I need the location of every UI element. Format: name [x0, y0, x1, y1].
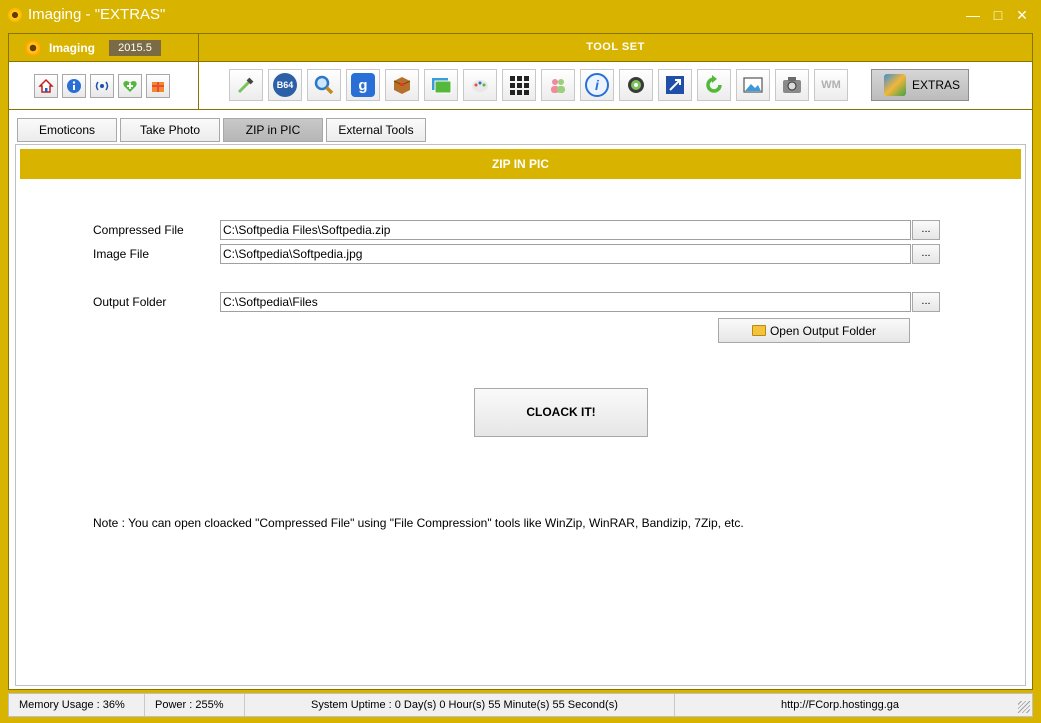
- info-icon: [67, 79, 81, 93]
- toolset-button-row: B64 g i WM EXTRAS: [199, 62, 1032, 110]
- gift-button[interactable]: [146, 74, 170, 98]
- color-picker-button[interactable]: [229, 69, 263, 101]
- grid-button[interactable]: [502, 69, 536, 101]
- left-button-group: [9, 62, 199, 110]
- wm-icon: WM: [821, 79, 841, 91]
- browse-output-button[interactable]: ...: [912, 292, 940, 312]
- info-button[interactable]: [62, 74, 86, 98]
- sunflower-logo-icon: [25, 40, 41, 56]
- app-name: Imaging: [49, 41, 96, 55]
- compressed-file-input[interactable]: [220, 220, 911, 240]
- tab-emoticons[interactable]: Emoticons: [17, 118, 117, 142]
- home-button[interactable]: [34, 74, 58, 98]
- main-frame: Imaging 2015.5 TOOL SET B64 g i WM EXTRA…: [8, 33, 1033, 690]
- people-button[interactable]: [541, 69, 575, 101]
- home-icon: [38, 78, 54, 93]
- extras-label: EXTRAS: [912, 78, 961, 92]
- image-file-label: Image File: [93, 247, 150, 261]
- broadcast-button[interactable]: [90, 74, 114, 98]
- resize-icon: [666, 76, 684, 94]
- toolset-header: TOOL SET: [199, 34, 1032, 62]
- window-title: Imaging - "EXTRAS": [28, 6, 166, 23]
- image-convert-button[interactable]: [424, 69, 458, 101]
- sunflower-icon: [8, 8, 22, 22]
- gift-icon: [152, 82, 164, 92]
- image-info-button[interactable]: i: [580, 69, 614, 101]
- status-bar: Memory Usage : 36% Power : 255% System U…: [8, 693, 1033, 717]
- folder-icon: [751, 325, 766, 336]
- magnifier-icon: [314, 75, 334, 95]
- output-folder-label: Output Folder: [93, 295, 167, 309]
- close-button[interactable]: ✕: [1012, 5, 1032, 25]
- minimize-button[interactable]: —: [963, 5, 983, 25]
- camera-button[interactable]: [775, 69, 809, 101]
- watermark-button[interactable]: WM: [814, 69, 848, 101]
- tab-external-tools[interactable]: External Tools: [326, 118, 426, 142]
- eyedropper-icon: [237, 77, 254, 94]
- power-status: Power : 255%: [145, 694, 245, 716]
- palette-icon: [472, 80, 488, 92]
- compressed-file-label: Compressed File: [93, 223, 184, 237]
- version-badge: 2015.5: [109, 40, 161, 56]
- google-button[interactable]: g: [346, 69, 380, 101]
- images-icon: [432, 78, 452, 94]
- title-bar: Imaging - "EXTRAS" — □ ✕: [0, 0, 1041, 31]
- people-icon: [551, 79, 565, 93]
- cloack-it-button[interactable]: CLOACK IT!: [474, 388, 648, 437]
- heart-plus-icon: [123, 81, 137, 92]
- note-text: Note : You can open cloacked "Compressed…: [93, 516, 744, 530]
- image-file-input[interactable]: [220, 244, 911, 264]
- picture-icon: [743, 77, 763, 93]
- open-output-folder-button[interactable]: Open Output Folder: [718, 318, 910, 343]
- panel-header: ZIP IN PIC: [20, 149, 1021, 179]
- brand-bar: Imaging 2015.5: [9, 34, 199, 62]
- base64-button[interactable]: B64: [268, 69, 302, 101]
- paint-button[interactable]: [463, 69, 497, 101]
- browse-image-button[interactable]: ...: [912, 244, 940, 264]
- resize-grip-icon[interactable]: [1018, 701, 1030, 713]
- website-link[interactable]: http://FCorp.hostingg.ga: [675, 694, 1015, 716]
- b64-icon: B64: [273, 73, 297, 97]
- browse-compressed-button[interactable]: ...: [912, 220, 940, 240]
- memory-usage: Memory Usage : 36%: [9, 694, 145, 716]
- package-button[interactable]: [385, 69, 419, 101]
- settings-button[interactable]: [619, 69, 653, 101]
- zip-in-pic-panel: ZIP IN PIC Compressed File ... Image Fil…: [15, 144, 1026, 686]
- camera-icon: [783, 77, 801, 93]
- output-folder-input[interactable]: [220, 292, 911, 312]
- extras-icon: [884, 74, 906, 96]
- toolset-title: TOOL SET: [586, 41, 645, 53]
- broadcast-icon: [95, 81, 109, 91]
- extras-button[interactable]: EXTRAS: [871, 69, 969, 101]
- rotate-icon: [706, 75, 722, 93]
- package-icon: [393, 77, 411, 94]
- rotate-button[interactable]: [697, 69, 731, 101]
- system-uptime: System Uptime : 0 Day(s) 0 Hour(s) 55 Mi…: [245, 694, 675, 716]
- grid-icon: [510, 76, 529, 95]
- tab-zip-in-pic[interactable]: ZIP in PIC: [223, 118, 323, 142]
- info-circle-icon: i: [585, 73, 609, 97]
- maximize-button[interactable]: □: [988, 5, 1008, 25]
- tab-take-photo[interactable]: Take Photo: [120, 118, 220, 142]
- heart-plus-button[interactable]: [118, 74, 142, 98]
- gear-icon: [628, 77, 644, 93]
- open-output-folder-label: Open Output Folder: [769, 323, 877, 338]
- search-button[interactable]: [307, 69, 341, 101]
- resize-button[interactable]: [658, 69, 692, 101]
- picture-button[interactable]: [736, 69, 770, 101]
- google-icon: g: [351, 73, 375, 97]
